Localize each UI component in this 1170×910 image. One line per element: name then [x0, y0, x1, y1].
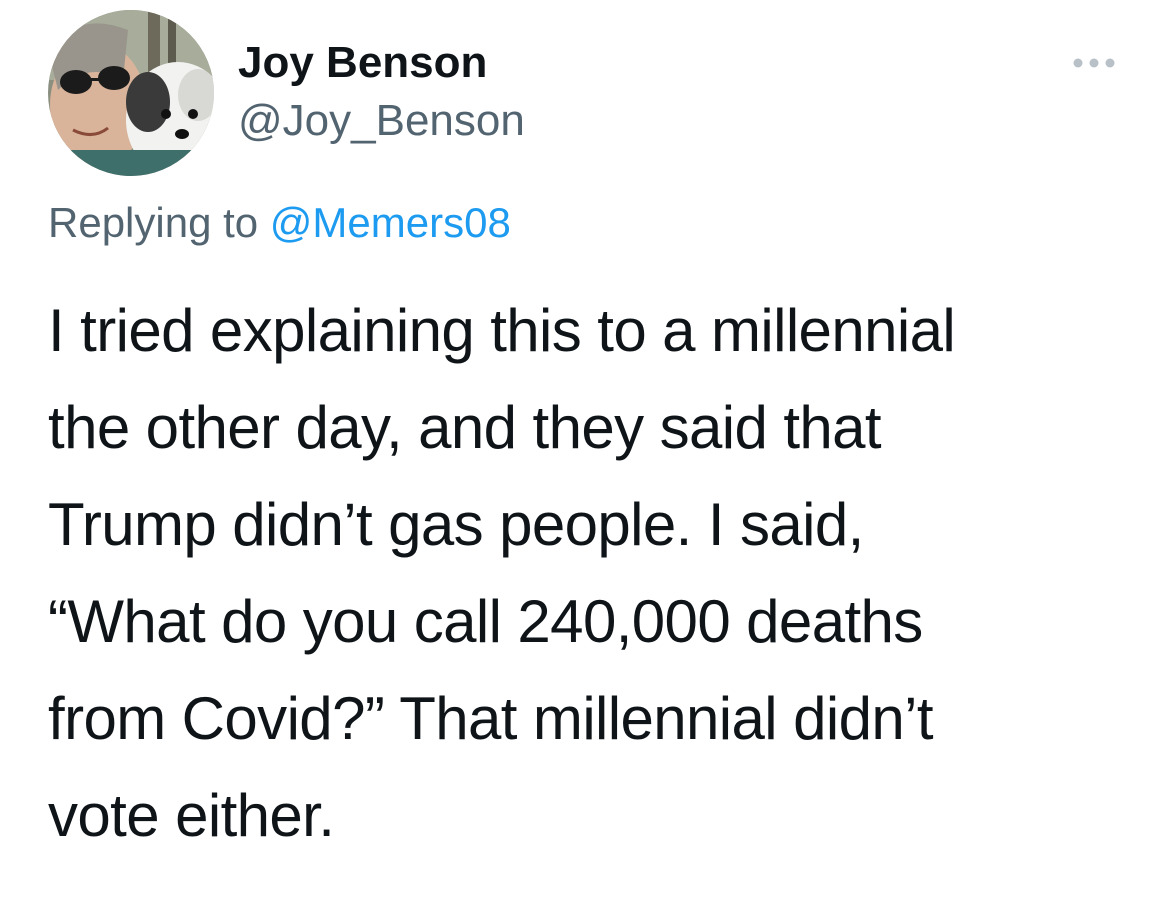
tweet-text-line: the other day, and they said that: [48, 394, 882, 461]
tweet-text-line: I tried explaining this to a millennial: [48, 297, 956, 364]
tweet-text: I tried explaining this to a millennial …: [48, 282, 1138, 864]
reply-context: Replying to @Memers08: [48, 196, 511, 250]
reply-mention-link[interactable]: @Memers08: [270, 199, 511, 246]
avatar-photo: [48, 10, 214, 176]
author-display-name[interactable]: Joy Benson: [238, 36, 487, 90]
tweet-text-line: “What do you call 240,000 deaths: [48, 588, 923, 655]
more-options-icon: [1073, 58, 1115, 68]
avatar[interactable]: [48, 10, 214, 176]
author-handle[interactable]: @Joy_Benson: [238, 94, 525, 148]
tweet-text-line: Trump didn’t gas people. I said,: [48, 491, 864, 558]
tweet-text-line: from Covid?” That millennial didn’t: [48, 685, 934, 752]
reply-prefix: Replying to: [48, 199, 259, 246]
tweet-text-line: vote either.: [48, 782, 335, 849]
more-options-button[interactable]: [1066, 48, 1122, 78]
